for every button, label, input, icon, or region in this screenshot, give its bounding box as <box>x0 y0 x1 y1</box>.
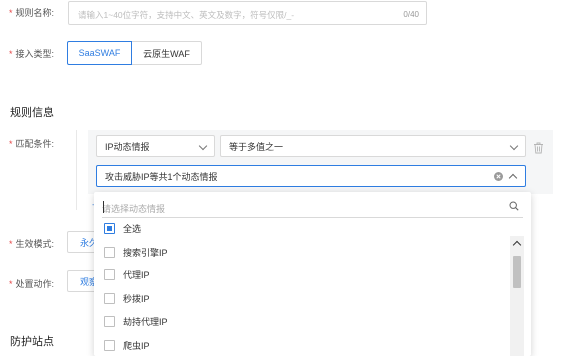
clear-icon[interactable] <box>494 172 503 181</box>
access-type-cloudnative-option[interactable]: 云原生WAF <box>132 41 202 65</box>
chevron-up-icon <box>508 173 518 183</box>
condition-field-select[interactable]: IP动态情报 <box>96 135 215 157</box>
checkbox-icon[interactable] <box>104 339 115 351</box>
checkbox-icon[interactable] <box>104 315 115 327</box>
action-label: * 处置动作: <box>9 279 55 289</box>
rule-name-label: * 规则名称: <box>9 8 55 18</box>
condition-value-text: 攻击威胁IP等共1个动态情报 <box>105 171 218 182</box>
dropdown-item-label: 劫持代理IP <box>123 316 168 327</box>
dropdown-item-proxy-ip[interactable]: 代理IP <box>104 266 150 282</box>
access-type-label: * 接入类型: <box>9 49 55 59</box>
dropdown-scrollbar[interactable] <box>510 236 524 356</box>
match-condition-label: * 匹配条件: <box>9 139 55 149</box>
chevron-up-icon[interactable] <box>512 240 522 250</box>
dropdown-item-search-engine-ip[interactable]: 搜索引擎IP <box>104 244 168 260</box>
checkbox-icon[interactable] <box>104 292 115 304</box>
checkbox-icon[interactable] <box>104 222 115 234</box>
rule-name-placeholder: 请输入1~40位字符，支持中文、英文及数字，符号仅限/_- <box>78 10 295 20</box>
chevron-down-icon <box>509 141 519 151</box>
condition-operator-value: 等于多值之一 <box>229 141 284 152</box>
dropdown-item-label: 爬虫IP <box>123 340 150 351</box>
condition-value-select[interactable]: 攻击威胁IP等共1个动态情报 <box>96 165 526 187</box>
dropdown-item-label: 全选 <box>123 223 142 234</box>
rule-name-input[interactable]: 请输入1~40位字符，支持中文、英文及数字，符号仅限/_- 0/40 <box>68 1 427 25</box>
access-type-saaswaf-option[interactable]: SaaSWAF <box>67 41 132 65</box>
dropdown-search-input[interactable]: 请选择动态情报 <box>102 196 523 218</box>
dropdown-search-placeholder: 请选择动态情报 <box>102 204 166 214</box>
condition-field-value: IP动态情报 <box>105 141 150 152</box>
dropdown-item-select-all[interactable]: 全选 <box>104 220 141 236</box>
search-icon <box>509 201 519 211</box>
dropdown-item-hijack-proxy-ip[interactable]: 劫持代理IP <box>104 313 168 329</box>
scrollbar-thumb[interactable] <box>513 256 521 288</box>
rule-name-counter: 0/40 <box>403 10 419 19</box>
checkbox-icon[interactable] <box>104 246 115 258</box>
intel-dropdown: 请选择动态情报 全选 搜索引擎IP 代理IP 秒拨IP 劫持代理IP 爬虫IP <box>94 192 531 356</box>
text-cursor <box>103 201 104 213</box>
condition-divider <box>76 130 77 210</box>
dropdown-item-label: 秒拨IP <box>123 293 150 304</box>
checkbox-icon[interactable] <box>104 268 115 280</box>
chevron-down-icon <box>198 141 208 151</box>
dropdown-item-crawler-ip[interactable]: 爬虫IP <box>104 337 150 353</box>
rule-info-section-title: 规则信息 <box>10 107 54 119</box>
protect-site-section-title: 防护站点 <box>10 336 54 348</box>
trash-icon[interactable] <box>533 142 544 154</box>
dropdown-item-label: 代理IP <box>123 269 150 280</box>
condition-operator-select[interactable]: 等于多值之一 <box>220 135 526 157</box>
dropdown-item-label: 搜索引擎IP <box>123 247 168 258</box>
effect-mode-label: * 生效模式: <box>9 239 55 249</box>
dropdown-item-dialup-ip[interactable]: 秒拨IP <box>104 290 150 306</box>
